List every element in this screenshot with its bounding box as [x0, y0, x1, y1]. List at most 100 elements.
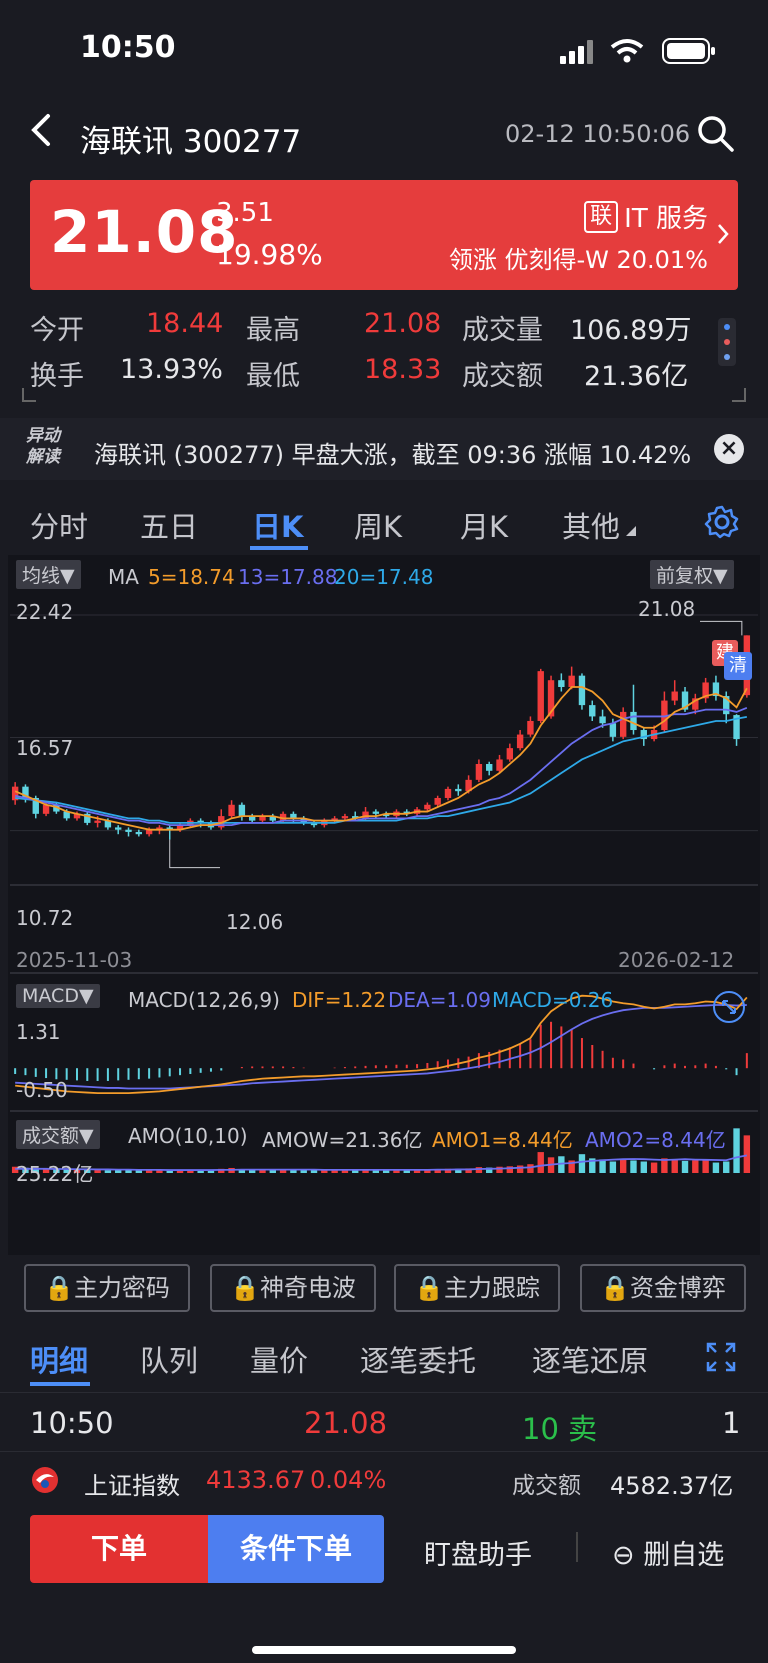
expand-corner-right — [732, 388, 746, 402]
candle-body — [94, 820, 101, 823]
amount-bar — [310, 1170, 318, 1173]
sector-name: IT 服务 — [624, 204, 708, 234]
gear-icon[interactable] — [704, 504, 740, 540]
amount-bar — [671, 1159, 678, 1173]
macd-params: MACD(12,26,9) — [128, 988, 280, 1012]
candle-body — [516, 734, 524, 749]
index-value: 4133.67 — [206, 1466, 306, 1494]
amount-bar — [609, 1161, 617, 1173]
amount-bar — [619, 1159, 627, 1173]
amount-bar — [537, 1152, 544, 1173]
candle-body — [568, 675, 575, 687]
tab-intraday[interactable]: 分时 — [30, 504, 88, 546]
wifi-icon — [610, 39, 644, 63]
index-amt: 4582.37亿 — [610, 1472, 734, 1500]
expand-corner-left — [22, 388, 36, 402]
open-label: 今开 — [30, 315, 84, 346]
magic-wave-button[interactable]: 🔒神奇电波 — [210, 1264, 376, 1312]
amow-value: AMOW=21.36亿 — [262, 1128, 423, 1152]
candle-body — [537, 671, 544, 721]
tab-5day[interactable]: 五日 — [140, 504, 198, 546]
candle-body — [589, 705, 596, 717]
adjust-selector[interactable]: 前复权▼ — [650, 560, 734, 589]
candle-body — [506, 748, 514, 760]
dea-value: DEA=1.09 — [388, 988, 492, 1012]
remove-watchlist-button[interactable]: ⊖ 删自选 — [612, 1533, 724, 1572]
tab-order-by-order[interactable]: 逐笔委托 — [360, 1338, 476, 1380]
low-label: 最低 — [246, 361, 300, 392]
tab-volume-price[interactable]: 量价 — [250, 1338, 308, 1380]
ma5-value: 5=18.74 — [148, 565, 235, 589]
amount-value: 21.36亿 — [584, 361, 689, 392]
battery-icon — [662, 38, 715, 64]
more-stats-icon[interactable] — [718, 318, 736, 366]
ma20-line — [15, 716, 748, 824]
watch-assistant-button[interactable]: 盯盘助手 — [424, 1533, 532, 1572]
conditional-order-button[interactable]: 条件下单 — [208, 1515, 384, 1583]
trade-price: 21.08 — [304, 1406, 388, 1440]
expand-icon[interactable] — [712, 990, 746, 1024]
amount-bar — [125, 1170, 132, 1173]
y-axis-mid: 16.57 — [16, 736, 74, 760]
trade-time: 10:50 — [30, 1406, 114, 1440]
index-name: 上证指数 — [84, 1472, 180, 1500]
main-force-code-button[interactable]: 🔒主力密码 — [24, 1264, 190, 1312]
remove-icon: ⊖ — [612, 1540, 635, 1571]
order-button[interactable]: 下单 — [30, 1515, 208, 1583]
candle-body — [434, 797, 441, 805]
ma5-line — [14, 686, 748, 831]
news-text[interactable]: 海联讯 (300277) 早盘大涨，截至 09:36 涨幅 10.42% — [94, 435, 691, 470]
clear-position-badge[interactable]: 清 — [724, 652, 752, 680]
candle-body — [372, 811, 380, 814]
tab-monthly-k[interactable]: 月K — [460, 504, 508, 546]
status-time: 10:50 — [80, 30, 176, 65]
date-end: 2026-02-12 — [618, 948, 735, 972]
quote-datetime: 02-12 10:50:06 — [505, 120, 691, 148]
search-icon[interactable] — [696, 114, 736, 154]
ma-selector[interactable]: 均线▼ — [16, 560, 81, 589]
close-icon[interactable]: × — [714, 434, 744, 464]
ma13-value: 13=17.88 — [238, 565, 338, 589]
macd-axis-bottom: -0.50 — [16, 1078, 68, 1102]
sector-link[interactable]: 联 IT 服务 — [584, 198, 708, 235]
amount-bar — [702, 1159, 709, 1173]
fund-game-button[interactable]: 🔒资金博弈 — [580, 1264, 746, 1312]
amount-bar — [712, 1162, 720, 1173]
amount-bar — [94, 1170, 101, 1173]
amount-bar — [475, 1167, 483, 1173]
candle-body — [671, 691, 678, 701]
tab-other[interactable]: 其他 — [562, 504, 620, 546]
tab-daily-k[interactable]: 日K — [252, 504, 303, 546]
back-icon[interactable] — [24, 112, 60, 148]
candle-body — [135, 831, 143, 835]
dif-value: DIF=1.22 — [292, 988, 387, 1012]
amount-bar — [527, 1164, 534, 1173]
candle-body — [619, 711, 627, 737]
amount-bar — [733, 1128, 740, 1173]
y-axis-top: 22.42 — [16, 600, 74, 624]
amo-selector[interactable]: 成交额▼ — [16, 1120, 100, 1149]
sector-tag: 联 — [584, 200, 619, 233]
macd-selector[interactable]: MACD▼ — [16, 984, 100, 1008]
tab-weekly-k[interactable]: 周K — [354, 504, 402, 546]
macd-axis-top: 1.31 — [16, 1020, 61, 1044]
amount-bar — [743, 1135, 751, 1173]
tab-queue[interactable]: 队列 — [140, 1338, 198, 1380]
candle-body — [228, 804, 235, 817]
tab-detail[interactable]: 明细 — [30, 1338, 88, 1380]
index-amt-label: 成交额 — [512, 1473, 581, 1499]
tab-tick-restore[interactable]: 逐笔还原 — [532, 1338, 648, 1380]
amount-bar — [145, 1170, 153, 1173]
amount-bar — [135, 1170, 143, 1173]
trade-side: 10 卖 — [522, 1412, 598, 1446]
amo-params: AMO(10,10) — [128, 1124, 248, 1148]
candle-body — [475, 764, 483, 780]
candle-body — [341, 816, 349, 819]
dea-line — [15, 1004, 747, 1090]
news-badge: 异动 解读 — [26, 426, 60, 467]
amount-bar — [630, 1160, 637, 1173]
turnover-label: 换手 — [30, 361, 84, 392]
fullscreen-icon[interactable] — [706, 1342, 736, 1372]
sector-leader: 领涨 优刻得-W 20.01% — [448, 246, 708, 274]
main-force-track-button[interactable]: 🔒主力跟踪 — [394, 1264, 560, 1312]
